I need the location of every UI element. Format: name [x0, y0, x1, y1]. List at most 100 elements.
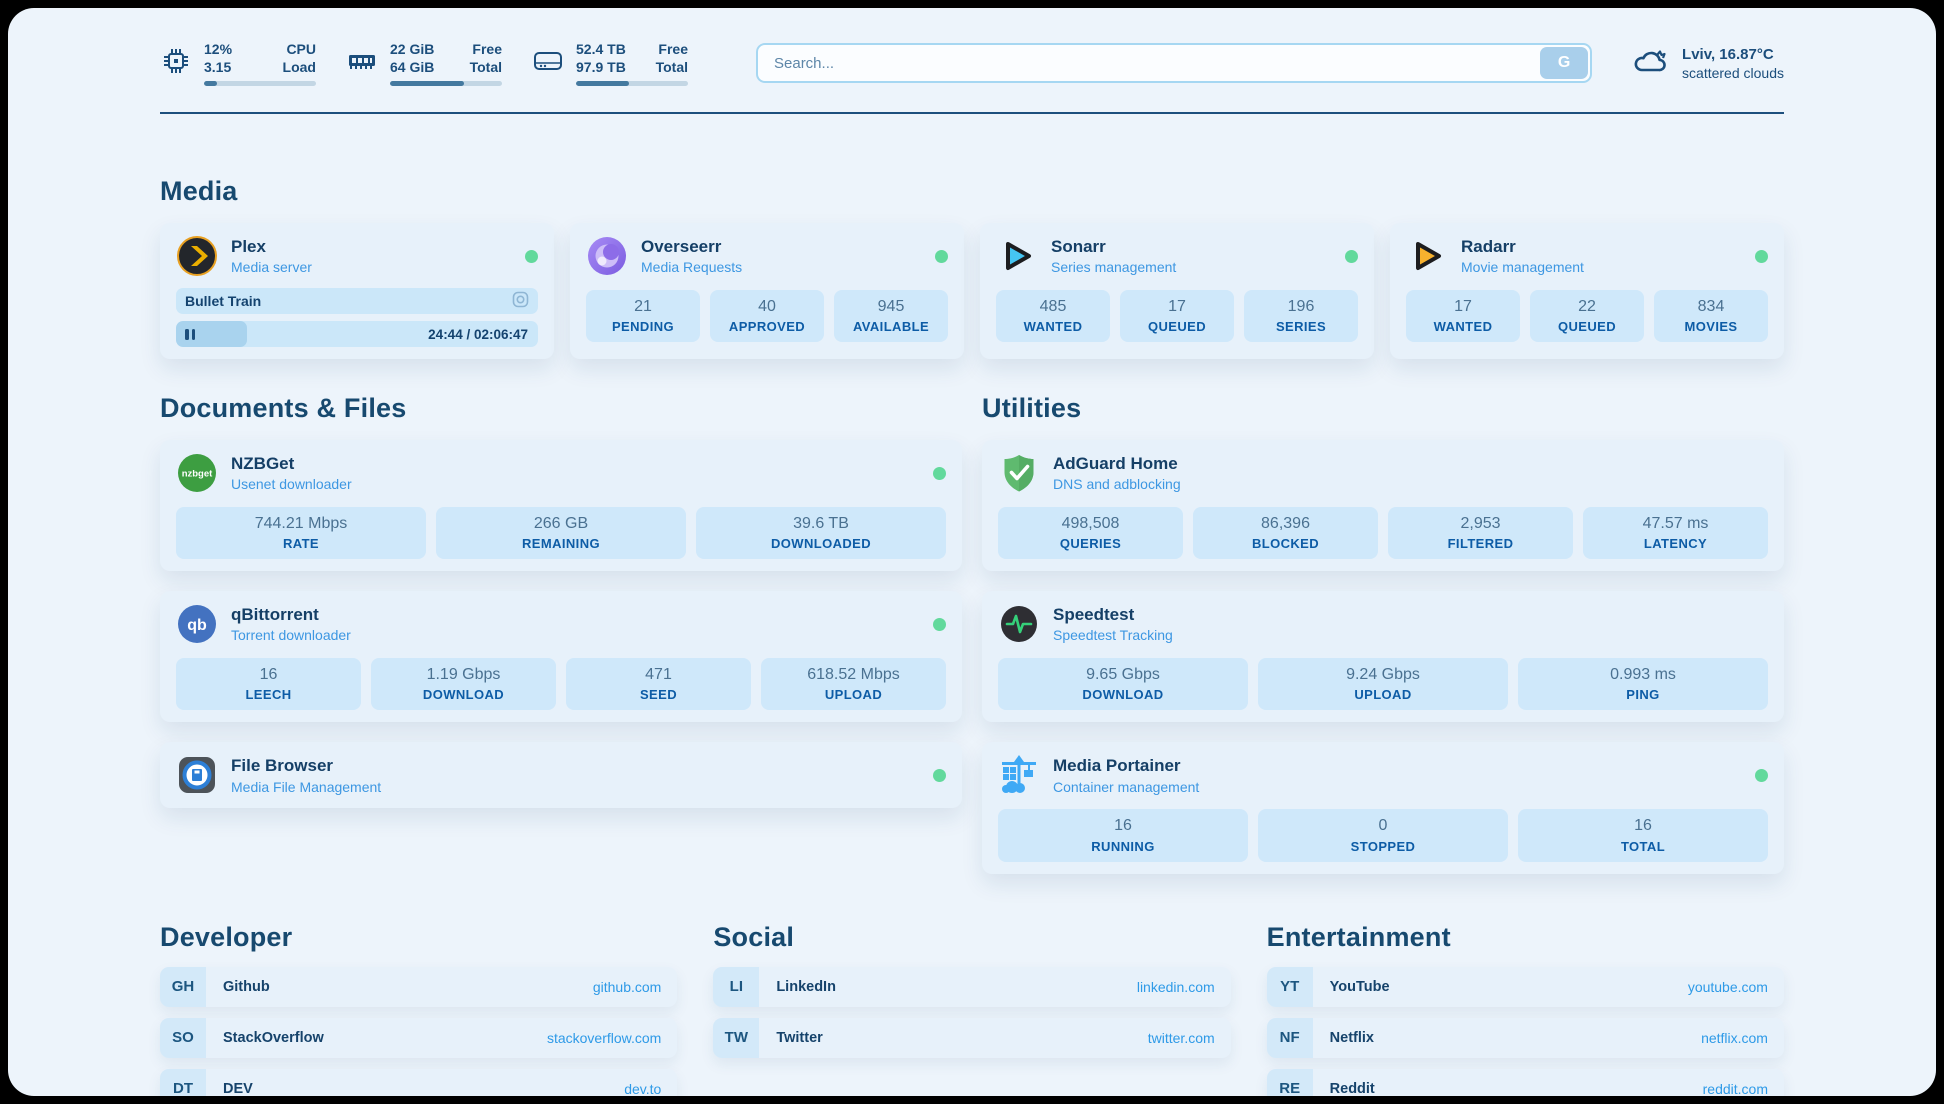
bookmark-abbr: NF: [1267, 1018, 1313, 1058]
bookmark-linkedin[interactable]: LI LinkedIn linkedin.com: [713, 967, 1230, 1007]
bookmark-url[interactable]: linkedin.com: [1137, 979, 1215, 995]
bookmark-name: DEV: [223, 1081, 253, 1096]
app-subtitle: Movie management: [1461, 259, 1584, 275]
portainer-icon: [998, 754, 1040, 796]
app-name: qBittorrent: [231, 605, 351, 625]
playback-progress-bar[interactable]: 24:44 / 02:06:47: [176, 321, 538, 347]
app-card-portainer[interactable]: Media Portainer Container management 16 …: [982, 742, 1784, 873]
bookmark-name: Github: [223, 979, 270, 995]
app-card-adguard[interactable]: AdGuard Home DNS and adblocking 498,508 …: [982, 440, 1784, 571]
app-card-plex[interactable]: Plex Media server Bullet Train: [160, 223, 554, 359]
stat-box: 17 WANTED: [1406, 290, 1520, 342]
stat-value: 498,508: [1002, 514, 1179, 533]
bookmark-url[interactable]: github.com: [593, 979, 661, 995]
bookmark-url[interactable]: stackoverflow.com: [547, 1030, 661, 1046]
stat-label: MOVIES: [1658, 319, 1764, 334]
weather-location: Lviv, 16.87°C: [1682, 46, 1784, 63]
section-media: Media Plex Media server: [160, 176, 1784, 359]
cpu-progress-fill: [204, 81, 217, 86]
memory-free-value: 22 GiB: [390, 40, 434, 58]
bookmark-name: StackOverflow: [223, 1030, 324, 1046]
app-card-overseerr[interactable]: Overseerr Media Requests 21 PENDING 40 A…: [570, 223, 964, 359]
bookmark-github[interactable]: GH Github github.com: [160, 967, 677, 1007]
bookmark-twitter[interactable]: TW Twitter twitter.com: [713, 1018, 1230, 1058]
stat-value: 39.6 TB: [700, 514, 942, 533]
bookmark-netflix[interactable]: NF Netflix netflix.com: [1267, 1018, 1784, 1058]
app-card-filebrowser[interactable]: File Browser Media File Management: [160, 742, 962, 808]
bookmark-reddit[interactable]: RE Reddit reddit.com: [1267, 1069, 1784, 1096]
bookmark-url[interactable]: youtube.com: [1688, 979, 1768, 995]
stat-value: 266 GB: [440, 514, 682, 533]
stat-value: 16: [1002, 816, 1244, 835]
app-card-speedtest[interactable]: Speedtest Speedtest Tracking 9.65 Gbps D…: [982, 591, 1784, 722]
stat-label: REMAINING: [440, 536, 682, 551]
app-card-nzbget[interactable]: nzbget NZBGet Usenet downloader 74: [160, 440, 962, 571]
section-title-utilities: Utilities: [982, 393, 1784, 424]
filebrowser-icon: [176, 754, 218, 796]
stat-label: RUNNING: [1002, 839, 1244, 854]
session-icon[interactable]: [512, 291, 529, 311]
qbittorrent-icon: qb: [176, 603, 218, 645]
weather-condition: scattered clouds: [1682, 65, 1784, 81]
stat-box: 16 RUNNING: [998, 809, 1248, 861]
stat-label: SEED: [570, 687, 747, 702]
bookmark-url[interactable]: dev.to: [624, 1081, 661, 1096]
app-card-sonarr[interactable]: Sonarr Series management 485 WANTED 17 Q…: [980, 223, 1374, 359]
stat-label: DOWNLOADED: [700, 536, 942, 551]
stat-box: 834 MOVIES: [1654, 290, 1768, 342]
bookmark-url[interactable]: twitter.com: [1148, 1030, 1215, 1046]
bookmark-stackoverflow[interactable]: SO StackOverflow stackoverflow.com: [160, 1018, 677, 1058]
disk-icon: [532, 45, 564, 82]
stat-label: BLOCKED: [1197, 536, 1374, 551]
cpu-usage-value: 12%: [204, 40, 232, 58]
stat-value: 471: [570, 665, 747, 684]
stat-value: 86,396: [1197, 514, 1374, 533]
stat-box: 0.993 ms PING: [1518, 658, 1768, 710]
memory-stat-widget: 22 GiB Free 64 GiB Total: [346, 40, 502, 86]
stat-value: 618.52 Mbps: [765, 665, 942, 684]
playback-time: 24:44 / 02:06:47: [428, 321, 528, 347]
stat-value: 485: [1000, 297, 1106, 316]
bookmark-url[interactable]: netflix.com: [1701, 1030, 1768, 1046]
pause-icon[interactable]: [185, 329, 195, 340]
stat-value: 744.21 Mbps: [180, 514, 422, 533]
app-subtitle: Series management: [1051, 259, 1176, 275]
stat-value: 834: [1658, 297, 1764, 316]
app-card-radarr[interactable]: Radarr Movie management 17 WANTED 22 QUE…: [1390, 223, 1784, 359]
stat-value: 196: [1248, 297, 1354, 316]
cloud-icon: [1630, 41, 1670, 86]
search-provider-button[interactable]: G: [1540, 47, 1588, 79]
bookmark-name: Reddit: [1330, 1081, 1375, 1096]
stat-value: 16: [180, 665, 357, 684]
stat-label: QUERIES: [1002, 536, 1179, 551]
search-bar: G: [756, 43, 1592, 83]
app-card-qbittorrent[interactable]: qb qBittorrent Torrent downloader: [160, 591, 962, 722]
disk-free-label: Free: [658, 40, 688, 58]
app-subtitle: Speedtest Tracking: [1053, 627, 1173, 643]
bookmark-dev[interactable]: DT DEV dev.to: [160, 1069, 677, 1096]
search-input[interactable]: [756, 43, 1592, 83]
stat-label: LATENCY: [1587, 536, 1764, 551]
stat-label: AVAILABLE: [838, 319, 944, 334]
stat-label: WANTED: [1000, 319, 1106, 334]
stat-label: SERIES: [1248, 319, 1354, 334]
status-online-dot: [935, 250, 948, 263]
stat-value: 0: [1262, 816, 1504, 835]
section-developer: Developer GH Github github.com SO StackO…: [160, 922, 677, 1096]
bookmark-youtube[interactable]: YT YouTube youtube.com: [1267, 967, 1784, 1007]
status-online-dot: [1755, 250, 1768, 263]
bookmark-name: Twitter: [776, 1030, 822, 1046]
stat-value: 9.24 Gbps: [1262, 665, 1504, 684]
stat-label: UPLOAD: [1262, 687, 1504, 702]
stat-box: 1.19 Gbps DOWNLOAD: [371, 658, 556, 710]
cpu-label: CPU: [286, 40, 316, 58]
section-documents: Documents & Files nzbget: [160, 393, 962, 874]
stat-box: 16 TOTAL: [1518, 809, 1768, 861]
memory-progress-bar: [390, 81, 502, 86]
app-name: Speedtest: [1053, 605, 1173, 625]
bookmark-url[interactable]: reddit.com: [1703, 1081, 1768, 1096]
bookmark-abbr: DT: [160, 1069, 206, 1096]
stat-box: 86,396 BLOCKED: [1193, 507, 1378, 559]
status-online-dot: [933, 618, 946, 631]
nzbget-icon: nzbget: [176, 452, 218, 494]
